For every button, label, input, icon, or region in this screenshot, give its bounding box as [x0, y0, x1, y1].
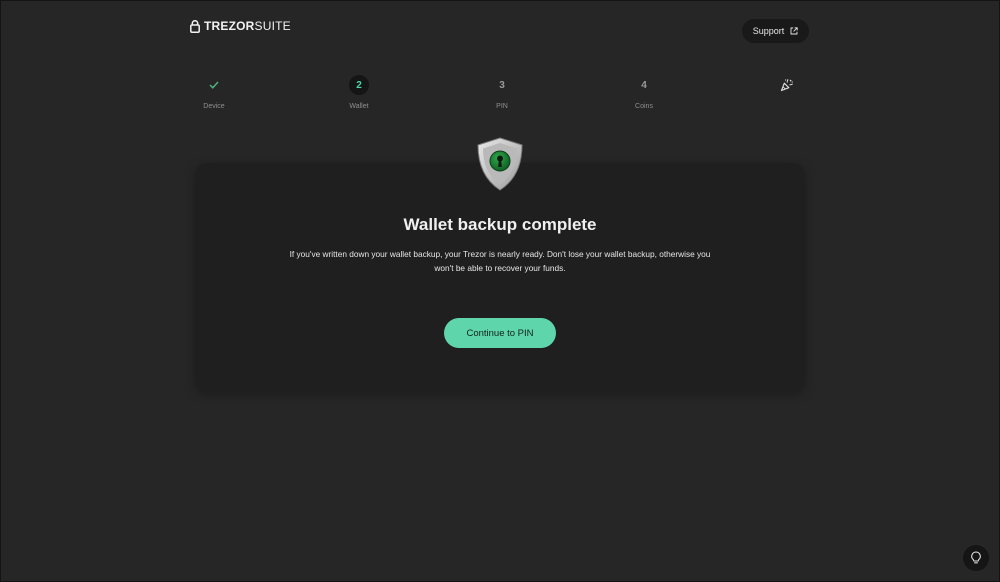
external-link-icon	[790, 27, 798, 35]
brand-bold: TREZOR	[204, 19, 255, 33]
step-device-label: Device	[203, 103, 225, 110]
step-device: Device	[184, 75, 244, 110]
backup-complete-card: Wallet backup complete If you've written…	[195, 163, 805, 393]
lightbulb-icon	[971, 551, 981, 564]
brand-name: TREZORSUITE	[204, 19, 291, 33]
support-label: Support	[752, 26, 785, 36]
step-final	[757, 75, 817, 95]
step-wallet: 2 Wallet	[329, 75, 389, 110]
step-wallet-label: Wallet	[349, 103, 369, 110]
step-pin-number: 3	[499, 79, 505, 91]
support-button[interactable]: Support	[742, 19, 809, 43]
check-icon	[209, 81, 219, 89]
step-coins: 4 Coins	[614, 75, 674, 111]
step-pin-label: PIN	[496, 103, 508, 110]
step-coins-label: Coins	[635, 103, 653, 110]
step-device-mark	[204, 75, 224, 95]
card-description: If you've written down your wallet backu…	[289, 249, 711, 273]
party-popper-icon	[780, 79, 793, 92]
shield-lock-icon	[477, 137, 523, 191]
card-title: Wallet backup complete	[403, 215, 597, 234]
step-final-mark	[777, 75, 797, 95]
trezor-lock-icon	[190, 19, 200, 33]
step-wallet-number: 2	[349, 75, 369, 95]
step-pin: 3 PIN	[472, 75, 532, 111]
tips-lightbulb-button[interactable]	[963, 545, 989, 571]
trezor-suite-logo: TREZORSUITE	[190, 19, 291, 33]
step-coins-number: 4	[641, 79, 647, 91]
brand-light: SUITE	[254, 19, 291, 33]
continue-to-pin-button[interactable]: Continue to PIN	[444, 318, 556, 348]
